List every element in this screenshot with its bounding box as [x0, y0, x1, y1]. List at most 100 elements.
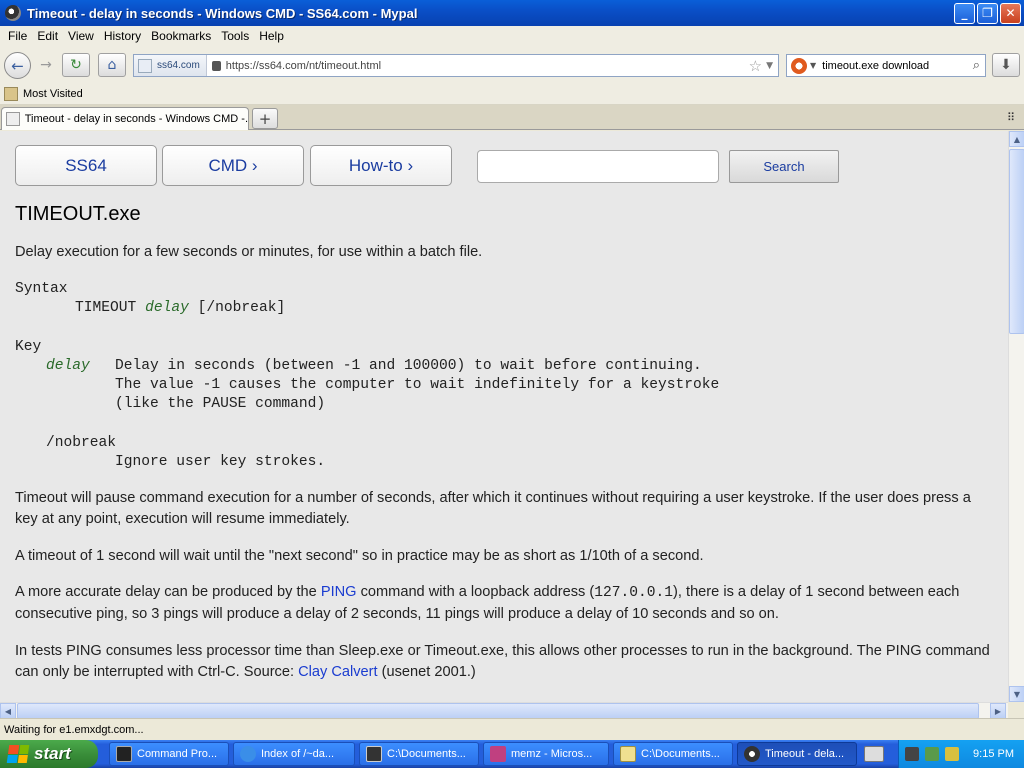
para-text: A more accurate delay can be produced by… [15, 584, 321, 600]
bookmark-star-icon[interactable]: ☆ [749, 57, 762, 75]
tray-app-icon[interactable] [925, 747, 939, 761]
page-content: SS64 CMD › How-to › Search TIMEOUT.exe D… [0, 131, 1008, 702]
clay-calvert-link[interactable]: Clay Calvert [298, 664, 377, 680]
tab-label: Timeout - delay in seconds - Windows CMD… [24, 113, 248, 125]
status-text: Waiting for e1.emxdgt.com... [4, 723, 144, 736]
menu-bookmarks[interactable]: Bookmarks [151, 29, 211, 43]
new-tab-button[interactable]: + [252, 108, 278, 129]
menu-help[interactable]: Help [259, 29, 284, 43]
task-label: C:\Documents... [387, 748, 466, 760]
back-arrow-icon: ← [11, 56, 24, 75]
page-title: TIMEOUT.exe [15, 203, 141, 225]
task-documents-1[interactable]: C:\Documents... [359, 742, 479, 766]
syntax-line: TIMEOUT delay [/nobreak] [75, 299, 285, 318]
ping-link[interactable]: PING [321, 584, 357, 600]
vertical-scroll-thumb[interactable] [1009, 149, 1024, 334]
search-engine-icon[interactable] [791, 57, 807, 74]
url-text[interactable]: https://ss64.com/nt/timeout.html [226, 60, 749, 72]
vertical-scrollbar[interactable]: ▲ ▼ [1008, 131, 1024, 702]
syntax-argument: delay [145, 300, 189, 316]
plus-icon: + [258, 109, 272, 128]
task-memz[interactable]: memz - Micros... [483, 742, 609, 766]
bookmark-most-visited[interactable]: Most Visited [23, 88, 83, 100]
tab-timeout[interactable]: Timeout - delay in seconds - Windows CMD… [1, 107, 249, 130]
clock[interactable]: 9:15 PM [973, 748, 1014, 760]
status-bar: Waiting for e1.emxdgt.com... [0, 718, 1024, 740]
syntax-label: Syntax [15, 281, 68, 297]
search-engine-dropdown-icon[interactable]: ▼ [810, 61, 816, 70]
scroll-up-icon[interactable]: ▲ [1009, 131, 1024, 147]
nav-cmd-button[interactable]: CMD › [162, 145, 304, 186]
menu-history[interactable]: History [104, 29, 141, 43]
key-nobreak-term: /nobreak [46, 435, 117, 451]
key-delay-desc-2: The value -1 causes the computer to wait… [115, 377, 720, 393]
back-button[interactable]: ← [4, 52, 31, 79]
task-label: Index of /~da... [261, 748, 335, 760]
memz-icon [490, 746, 506, 762]
menu-file[interactable]: File [8, 29, 27, 43]
cmd-icon [116, 746, 132, 762]
task-index-of[interactable]: Index of /~da... [233, 742, 355, 766]
window-title: Timeout - delay in seconds - Windows CMD… [27, 5, 418, 21]
download-arrow-icon: ⬇ [1000, 57, 1012, 73]
para-text: command with a loopback address ( [356, 584, 595, 600]
task-command-prompt[interactable]: Command Pro... [109, 742, 229, 766]
taskbar: start Command Pro... Index of /~da... C:… [0, 740, 1024, 768]
menu-edit[interactable]: Edit [37, 29, 58, 43]
start-button[interactable]: start [0, 740, 98, 768]
intro-paragraph: Delay execution for a few seconds or min… [15, 244, 483, 260]
scroll-down-icon[interactable]: ▼ [1009, 686, 1024, 702]
url-dropdown-icon[interactable]: ▼ [766, 61, 773, 71]
key-label: Key [15, 339, 42, 355]
app-icon [5, 5, 21, 21]
site-search-input[interactable] [477, 150, 719, 183]
menu-tools[interactable]: Tools [221, 29, 249, 43]
forward-arrow-icon: → [40, 57, 52, 73]
reload-icon: ↻ [70, 57, 82, 73]
para-text: (usenet 2001.) [377, 664, 476, 680]
scroll-right-icon[interactable]: ▶ [990, 703, 1006, 719]
browser-icon [744, 746, 760, 762]
reload-button[interactable]: ↻ [62, 53, 90, 77]
key-delay-desc-3: (like the PAUSE command) [115, 396, 326, 412]
list-all-tabs-icon[interactable]: ⠿ [1007, 111, 1015, 124]
address-bar[interactable]: ss64.com https://ss64.com/nt/timeout.htm… [133, 54, 779, 77]
tray-network-icon[interactable] [905, 747, 919, 761]
horizontal-scroll-thumb[interactable] [17, 703, 979, 719]
forward-button[interactable]: → [32, 53, 60, 77]
start-label: start [34, 744, 71, 763]
scroll-corner [1008, 702, 1024, 718]
paragraph-next-second: A timeout of 1 second will wait until th… [15, 548, 704, 564]
task-label: Command Pro... [137, 748, 218, 760]
minimize-button[interactable]: _ [954, 2, 975, 24]
console-icon [366, 746, 382, 762]
task-timeout-browser[interactable]: Timeout - dela... [737, 742, 857, 766]
home-button[interactable]: ⌂ [98, 53, 126, 77]
site-search-button[interactable]: Search [729, 150, 839, 183]
horizontal-scrollbar[interactable]: ◀ ▶ [0, 702, 1008, 719]
system-tray: 9:15 PM [898, 740, 1024, 768]
navigation-toolbar: ← → ↻ ⌂ ss64.com https://ss64.com/nt/tim… [0, 46, 1024, 84]
ie-icon [240, 746, 256, 762]
site-identity-badge[interactable]: ss64.com [134, 55, 207, 76]
notepad-icon [620, 746, 636, 762]
task-documents-2[interactable]: C:\Documents... [613, 742, 733, 766]
tray-volume-icon[interactable] [945, 747, 959, 761]
paragraph-tests: In tests PING consumes less processor ti… [15, 641, 995, 683]
downloads-button[interactable]: ⬇ [992, 53, 1020, 77]
syntax-option: [/nobreak] [197, 300, 286, 316]
search-bar[interactable]: ▼ timeout.exe download ⌕ [786, 54, 986, 77]
nav-howto-button[interactable]: How-to › [310, 145, 452, 186]
restore-button[interactable]: ❐ [977, 2, 998, 24]
paragraph-pause: Timeout will pause command execution for… [15, 490, 971, 527]
search-icon[interactable]: ⌕ [973, 58, 980, 73]
search-input[interactable]: timeout.exe download [822, 60, 973, 72]
keyboard-icon[interactable] [864, 746, 884, 762]
nav-ss64-button[interactable]: SS64 [15, 145, 157, 186]
windows-logo-icon [6, 745, 30, 763]
home-icon: ⌂ [107, 57, 117, 73]
menu-view[interactable]: View [68, 29, 94, 43]
site-badge-label: ss64.com [157, 60, 200, 71]
scroll-left-icon[interactable]: ◀ [0, 703, 16, 719]
close-button[interactable]: ✕ [1000, 2, 1021, 24]
